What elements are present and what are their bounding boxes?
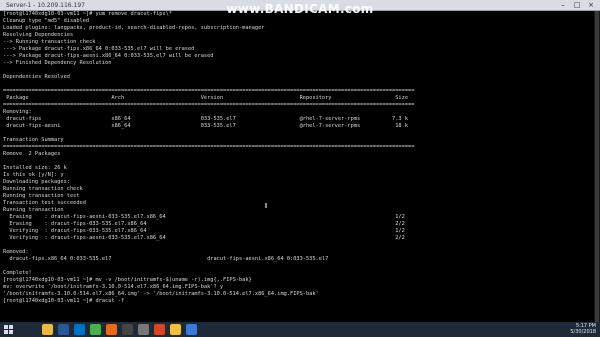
terminal-line: [root@l1740xdg10-03-vm11 ~]# mv -v /boot… — [3, 277, 252, 283]
terminal-line: [root@l1740xdg10-03-vm11 ~]# dracut -f — [3, 298, 125, 304]
terminal-line: Complete! — [3, 270, 32, 276]
terminal-line: Package Arch Version Repository Size — [3, 95, 409, 101]
powerpoint-icon[interactable] — [154, 324, 165, 335]
terminal-line: ---> Package dracut-fips-aesni.x86_64 0:… — [3, 53, 214, 59]
terminal-line: ========================================… — [3, 144, 415, 150]
app-icon[interactable] — [186, 324, 197, 335]
terminal-line: ========================================… — [3, 88, 415, 94]
terminal-line: Resolving Dependencies — [3, 32, 74, 38]
terminal-line: ========================================… — [3, 102, 415, 108]
terminal-line: dracut-fips x86_64 033-535.el7 @rhel-7-s… — [3, 116, 409, 122]
terminal-line: Removed: — [3, 249, 29, 255]
terminal-line: Cleanup type "md5" disabled — [3, 18, 90, 24]
chrome-icon[interactable] — [90, 324, 101, 335]
terminal-line: Removing: — [3, 109, 32, 115]
terminal-line: Downloading packages: — [3, 179, 70, 185]
settings-icon[interactable] — [138, 324, 149, 335]
terminal-output[interactable]: [root@l1740xdg10-03-vm11 ~]# yum remove … — [0, 11, 594, 322]
terminal-line: Erasing : dracut-fips-033-535.el7.x86_64… — [3, 221, 405, 227]
terminal-line: --> Running transaction check — [3, 39, 96, 45]
terminal-line: dracut-fips-aesni x86_64 033-535.el7 @rh… — [3, 123, 409, 129]
terminal-line: Erasing : dracut-fips-aesni-033-535.el7.… — [3, 214, 405, 220]
terminal-line: '/boot/initramfs-3.10.0-514.el7.x86_64.i… — [3, 291, 319, 297]
windows-start-icon[interactable] — [4, 325, 13, 334]
terminal-line: Running transaction — [3, 207, 64, 213]
terminal-line: Remove 2 Packages — [3, 151, 61, 157]
terminal-line: mv: overwrite '/boot/initramfs-3.10.0-51… — [3, 284, 224, 290]
system-clock[interactable]: 5:17 PM 5/30/2018 — [570, 323, 596, 335]
terminal-line: Running transaction test — [3, 193, 80, 199]
terminal-line: Dependencies Resolved — [3, 74, 70, 80]
terminal-line: dracut-fips.x86_64 0:033-535.el7 dracut-… — [3, 256, 329, 262]
terminal-line: Verifying : dracut-fips-aesni-033-535.el… — [3, 235, 405, 241]
mouse-cursor — [265, 203, 267, 208]
terminal-line: ---> Package dracut-fips.x86_64 0:033-53… — [3, 46, 195, 52]
firefox-icon[interactable] — [106, 324, 117, 335]
terminal-scrollbar[interactable] — [594, 11, 600, 322]
terminal-line: Transaction test succeeded — [3, 200, 86, 206]
terminal-line: Is this ok [y/N]: y — [3, 172, 64, 178]
clock-date: 5/30/2018 — [570, 329, 596, 335]
terminal-line: Installed size: 26 k — [3, 165, 67, 171]
taskbar: 5:17 PM 5/30/2018 — [0, 322, 600, 337]
terminal-line: [root@l1740xdg10-03-vm11 ~]# yum remove … — [3, 11, 173, 17]
file-explorer-icon[interactable] — [42, 324, 53, 335]
outlook-icon[interactable] — [74, 324, 85, 335]
terminal-line: --> Finished Dependency Resolution — [3, 60, 112, 66]
word-icon[interactable] — [58, 324, 69, 335]
scrollbar-thumb[interactable] — [595, 11, 599, 322]
folder-icon[interactable] — [170, 324, 181, 335]
terminal-line: Loaded plugins: langpacks, product-id, s… — [3, 25, 265, 31]
terminal-line: Verifying : dracut-fips-033-535.el7.x86_… — [3, 228, 405, 234]
terminal-line: Running transaction check — [3, 186, 83, 192]
terminal-line: Transaction Summary — [3, 137, 64, 143]
terminal-icon[interactable] — [122, 324, 133, 335]
